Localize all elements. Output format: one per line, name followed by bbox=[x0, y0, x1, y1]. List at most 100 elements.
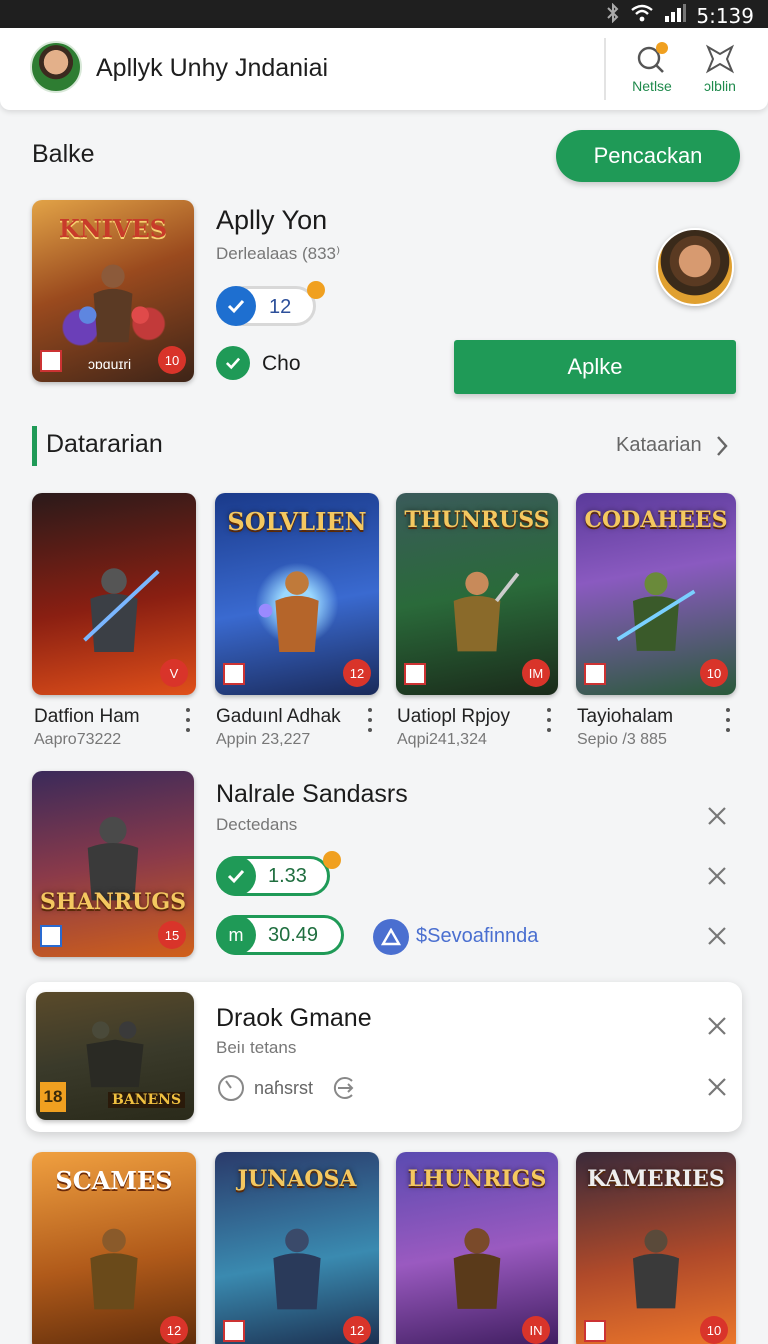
see-all-link[interactable]: Kataarian bbox=[616, 434, 702, 457]
more-options-icon[interactable] bbox=[726, 708, 730, 738]
age-badge: IN bbox=[522, 1316, 550, 1344]
cover-logo-text: KAMERIES bbox=[587, 1166, 725, 1192]
warrior-figure bbox=[78, 264, 149, 343]
check-icon bbox=[216, 286, 256, 326]
card-item-subtitle: Beiı tetans bbox=[216, 1038, 297, 1057]
cover-logo-text: THUNRUSS bbox=[404, 507, 550, 533]
game-tile-title[interactable]: Tayiohalam bbox=[577, 706, 673, 728]
library-action-label: ɔlblin bbox=[704, 78, 736, 94]
developer-avatar[interactable] bbox=[656, 228, 734, 306]
divider bbox=[604, 38, 606, 100]
warrior-figure bbox=[90, 1228, 138, 1310]
rating-badge: 18 bbox=[40, 1082, 66, 1112]
star-outline-icon bbox=[705, 44, 735, 74]
notes-action-label: Netlse bbox=[632, 78, 672, 94]
library-action-button[interactable]: ɔlblin bbox=[688, 42, 752, 94]
price-prefix: m bbox=[216, 915, 256, 955]
section-accent-bar bbox=[32, 426, 37, 466]
age-badge: 12 bbox=[343, 1316, 371, 1344]
game-tile-title[interactable]: Uatiopl Rpjoy bbox=[397, 706, 510, 728]
game-tile-cover-8[interactable]: KAMERIES 10 bbox=[576, 1152, 736, 1344]
game-tile-subtitle: Appin 23,227 bbox=[216, 731, 311, 748]
barbarian-figure bbox=[453, 571, 520, 652]
mage-figure bbox=[273, 1228, 321, 1310]
publisher-icon bbox=[223, 1320, 245, 1342]
card-item-name[interactable]: Draok Gmane bbox=[216, 1004, 372, 1033]
age-badge: 10 bbox=[158, 346, 186, 374]
age-badge: V bbox=[160, 659, 188, 687]
check-icon bbox=[216, 856, 256, 896]
section-title-featured: Balke bbox=[32, 140, 95, 168]
drive-icon bbox=[373, 919, 409, 955]
publisher-icon bbox=[223, 663, 245, 685]
game-tile-cover-2[interactable]: SOLVLIEN 12 bbox=[215, 493, 379, 695]
source-link[interactable]: $Sevoafinnda bbox=[416, 925, 538, 948]
more-options-icon[interactable] bbox=[547, 708, 551, 738]
close-icon[interactable] bbox=[706, 1015, 728, 1037]
wifi-icon bbox=[630, 4, 654, 28]
cover-logo-text: SHANRUGS bbox=[40, 889, 186, 915]
status-bar: 5:139 bbox=[0, 0, 768, 28]
game-tile-cover-4[interactable]: CODAHEES 10 bbox=[576, 493, 736, 695]
list-item-cover[interactable]: SHANRUGS 15 bbox=[32, 771, 194, 957]
check-label: Cho bbox=[262, 352, 301, 375]
age-badge: 12 bbox=[343, 659, 371, 687]
soldier-figure bbox=[83, 568, 160, 652]
publisher-icon bbox=[40, 350, 62, 372]
star-badge-icon bbox=[323, 851, 341, 869]
close-icon[interactable] bbox=[706, 805, 728, 827]
more-options-icon[interactable] bbox=[368, 708, 372, 738]
game-tile-subtitle: Aapro73222 bbox=[34, 731, 122, 748]
game-tile-cover-6[interactable]: JUNAOSA 12 bbox=[215, 1152, 379, 1344]
game-tile-cover-1[interactable]: V bbox=[32, 493, 196, 695]
ranger-figure bbox=[616, 571, 696, 651]
rating-pill[interactable]: 12 bbox=[216, 281, 325, 326]
close-icon[interactable] bbox=[706, 865, 728, 887]
chevron-right-icon[interactable] bbox=[714, 434, 730, 458]
soldiers-figure bbox=[86, 1020, 144, 1087]
game-tile-subtitle: Aqpi241,324 bbox=[397, 731, 487, 748]
publisher-icon bbox=[404, 663, 426, 685]
arrow-circle-icon[interactable] bbox=[330, 1074, 358, 1102]
cover-logo-text: LHUNRIGS bbox=[407, 1166, 547, 1192]
close-icon[interactable] bbox=[706, 925, 728, 947]
more-options-icon[interactable] bbox=[186, 708, 190, 738]
bluetooth-icon bbox=[606, 2, 620, 29]
rating-value: 12 bbox=[269, 296, 292, 318]
age-badge: 15 bbox=[158, 921, 186, 949]
section-title-datararian: Datararian bbox=[46, 430, 163, 458]
card-item[interactable]: BANENS 18 Draok Gmane Beiı tetans naɦsrs… bbox=[26, 982, 742, 1132]
score-pill[interactable]: 1.33 bbox=[216, 851, 341, 896]
timer-icon bbox=[218, 1075, 244, 1101]
price-pill[interactable]: m 30.49 bbox=[216, 915, 344, 955]
game-tile-title[interactable]: Gaduınl Adhak bbox=[216, 706, 341, 728]
armored-hero-figure bbox=[258, 571, 319, 652]
game-tile-cover-3[interactable]: THUNRUSS IM bbox=[396, 493, 558, 695]
featured-app-name: Aplly Yon bbox=[216, 205, 328, 235]
star-badge-icon bbox=[307, 281, 325, 299]
score-value: 1.33 bbox=[268, 864, 307, 887]
game-tile-title[interactable]: Datfion Ham bbox=[34, 706, 140, 728]
cover-logo-text: SOLVLIEN bbox=[227, 507, 367, 536]
install-button[interactable]: Aplke bbox=[454, 340, 736, 394]
card-item-cover[interactable]: BANENS 18 bbox=[36, 992, 194, 1120]
app-title: Apllyk Unhy Jndaniai bbox=[96, 54, 329, 82]
clock: 5:139 bbox=[696, 4, 754, 28]
signal-icon bbox=[664, 4, 687, 28]
game-tile-cover-7[interactable]: LHUNRIGS IN bbox=[396, 1152, 558, 1344]
close-icon[interactable] bbox=[706, 1076, 728, 1098]
avatar[interactable] bbox=[30, 41, 82, 93]
game-tile-subtitle: Sepio /3 885 bbox=[577, 731, 667, 748]
app-bar: Apllyk Unhy Jndaniai Netlse ɔlblin bbox=[0, 28, 768, 110]
featured-cover[interactable]: KNIVES ɔɒɑuɪri 10 bbox=[32, 200, 194, 382]
cover-logo-text: BANENS bbox=[108, 1092, 186, 1108]
age-badge: 10 bbox=[700, 659, 728, 687]
cover-logo-text: SCAMES bbox=[55, 1166, 173, 1195]
notes-action-button[interactable]: Netlse bbox=[620, 42, 684, 94]
game-tile-cover-5[interactable]: SCAMES 12 bbox=[32, 1152, 196, 1344]
list-item-name[interactable]: Nalrale Sandasrs bbox=[216, 780, 408, 809]
gunner-figure bbox=[632, 1229, 680, 1309]
price-value: 30.49 bbox=[268, 923, 319, 946]
pencackan-button[interactable]: Pencackan bbox=[556, 130, 740, 182]
search-icon bbox=[637, 42, 668, 73]
